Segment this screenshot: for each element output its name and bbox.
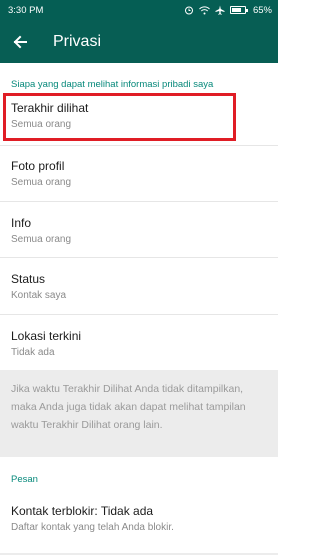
setting-title: Kontak terblokir: Tidak ada bbox=[11, 504, 154, 518]
section-header-personal-info: Siapa yang dapat melihat informasi priba… bbox=[11, 79, 214, 90]
setting-value: Semua orang bbox=[11, 177, 72, 188]
setting-value: Tidak ada bbox=[11, 347, 55, 358]
setting-title: Foto profil bbox=[11, 159, 65, 173]
battery-icon bbox=[229, 6, 248, 14]
arrow-left-icon bbox=[13, 35, 27, 48]
setting-title: Lokasi terkini bbox=[11, 329, 82, 343]
battery-percent: 65% bbox=[252, 4, 272, 16]
divider bbox=[0, 201, 278, 202]
status-time: 3:30 PM bbox=[8, 4, 44, 16]
setting-profile-photo[interactable]: Foto profil Semua orang bbox=[0, 159, 278, 189]
divider bbox=[0, 257, 278, 258]
setting-status[interactable]: Status Kontak saya bbox=[0, 272, 278, 302]
status-bar: 3:30 PM 65% bbox=[0, 0, 278, 20]
setting-value: Kontak saya bbox=[11, 290, 67, 301]
setting-title: Info bbox=[11, 216, 32, 230]
back-button[interactable] bbox=[0, 20, 40, 63]
setting-title: Status bbox=[11, 272, 46, 286]
highlight-box bbox=[3, 93, 236, 141]
setting-value: Daftar kontak yang telah Anda blokir. bbox=[11, 522, 174, 533]
setting-info[interactable]: Info Semua orang bbox=[0, 216, 278, 246]
airplane-icon bbox=[215, 5, 225, 15]
setting-value: Semua orang bbox=[11, 234, 72, 245]
last-seen-info-note: Jika waktu Terakhir Dilihat Anda tidak d… bbox=[0, 370, 278, 457]
divider bbox=[0, 145, 278, 146]
divider bbox=[0, 314, 278, 315]
alarm-icon bbox=[184, 5, 194, 15]
section-header-messages: Pesan bbox=[11, 474, 38, 485]
wifi-icon bbox=[199, 5, 210, 15]
toolbar: Privasi bbox=[0, 20, 278, 63]
page-title: Privasi bbox=[53, 32, 102, 50]
setting-live-location[interactable]: Lokasi terkini Tidak ada bbox=[0, 329, 278, 359]
setting-blocked-contacts[interactable]: Kontak terblokir: Tidak ada Daftar konta… bbox=[0, 504, 278, 534]
status-icons: 65% bbox=[184, 5, 272, 16]
